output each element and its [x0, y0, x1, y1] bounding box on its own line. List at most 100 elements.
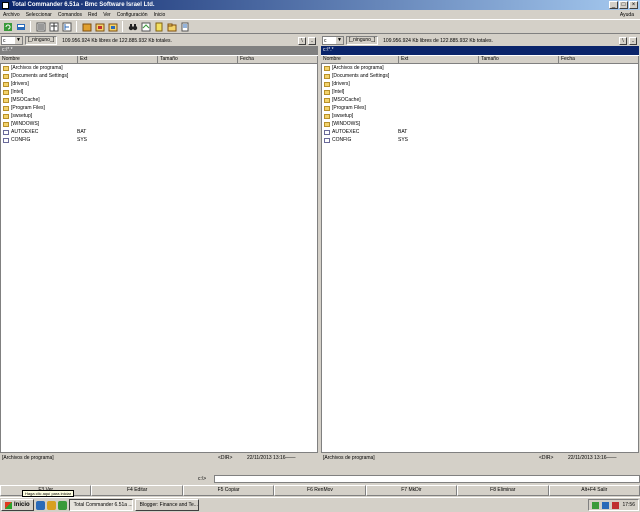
list-item[interactable]: [Program Files] — [322, 104, 638, 112]
f4-edit-button[interactable]: F4 Editar — [91, 485, 183, 496]
list-item[interactable]: [Intel] — [322, 88, 638, 96]
title-bar[interactable]: Total Commander 6.51a - Bmc Software Isr… — [0, 0, 640, 10]
list-item[interactable]: AUTOEXEC BAT — [1, 128, 317, 136]
menu-red[interactable]: Red — [88, 12, 97, 18]
folder-icon — [324, 73, 330, 79]
current-path: c:\*.* — [2, 47, 13, 53]
column-nombre[interactable]: Nombre — [0, 56, 78, 63]
command-input[interactable] — [214, 474, 640, 483]
refresh-icon[interactable] — [2, 21, 13, 32]
close-button[interactable]: × — [629, 1, 638, 9]
list-item[interactable]: CONFIG SYS — [322, 136, 638, 144]
menu-configuracion[interactable]: Configuración — [117, 12, 148, 18]
maximize-button[interactable]: □ — [619, 1, 628, 9]
left-panel[interactable]: c ▼ [_ninguno_] 109.956.924 Kb libres de… — [0, 35, 318, 464]
minimize-button[interactable]: _ — [609, 1, 618, 9]
list-item[interactable]: [drivers] — [1, 80, 317, 88]
file-icon — [324, 129, 330, 135]
panel-status: [Archivos de programa] <DIR> 22/11/2013 … — [321, 453, 639, 462]
drive-select[interactable]: c ▼ — [322, 36, 344, 45]
notes-icon[interactable] — [179, 21, 190, 32]
f6-renmov-button[interactable]: F6 RenMov — [274, 485, 366, 496]
folder-new-icon[interactable] — [166, 21, 177, 32]
right-panel[interactable]: c ▼ [_ninguno_] 109.956.924 Kb libres de… — [321, 35, 639, 464]
list-item[interactable]: [Program Files] — [1, 104, 317, 112]
entry-name: [Documents and Settings] — [11, 73, 69, 79]
tray-network-icon[interactable] — [592, 501, 600, 509]
menu-inicio[interactable]: Inicio — [154, 12, 166, 18]
menu-comandos[interactable]: Comandos — [58, 12, 82, 18]
entry-ext: SYS — [77, 137, 88, 143]
f7-mkdir-button[interactable]: F7 MkDir — [365, 485, 458, 496]
entry-name: [MSOCache] — [11, 97, 40, 103]
tray-volume-icon[interactable] — [602, 501, 610, 509]
alt-f4-exit-button[interactable]: Alt+F4 Salir — [548, 485, 640, 496]
tree-icon[interactable] — [61, 21, 72, 32]
root-button[interactable]: \ — [298, 37, 306, 45]
f5-copy-button[interactable]: F5 Copiar — [182, 485, 275, 496]
drive-info: 109.956.924 Kb libres de 122.885.932 Kb … — [62, 37, 172, 44]
column-nombre[interactable]: Nombre — [321, 56, 399, 63]
clock[interactable]: 17:56 — [622, 502, 635, 508]
tray-security-icon[interactable] — [612, 501, 620, 509]
list-item[interactable]: [WINDOWS] — [1, 120, 317, 128]
full-view-icon[interactable] — [48, 21, 59, 32]
path-bar[interactable]: c:\*.* — [321, 46, 639, 55]
column-fecha[interactable]: Fecha — [559, 56, 639, 63]
f8-delete-button[interactable]: F8 Eliminar — [457, 485, 549, 496]
file-list[interactable]: [Archivos de programa] [Documents and Se… — [0, 63, 318, 453]
explorer-icon[interactable] — [46, 500, 56, 510]
ie-icon[interactable] — [35, 500, 45, 510]
folder-icon — [324, 105, 330, 111]
list-item[interactable]: [swsetup] — [322, 112, 638, 120]
parent-button[interactable]: .. — [308, 37, 316, 45]
entry-name: [drivers] — [11, 81, 29, 87]
list-item[interactable]: [Documents and Settings] — [322, 72, 638, 80]
ftp-icon[interactable] — [15, 21, 26, 32]
list-item[interactable]: [MSOCache] — [1, 96, 317, 104]
binoculars-icon[interactable] — [127, 21, 138, 32]
sort-date-icon[interactable] — [107, 21, 118, 32]
start-button[interactable]: Inicio — [1, 499, 34, 511]
show-desktop-icon[interactable] — [57, 500, 67, 510]
folder-icon — [3, 65, 9, 71]
sort-ext-icon[interactable] — [94, 21, 105, 32]
list-item[interactable]: [Documents and Settings] — [1, 72, 317, 80]
taskbar-total-commander[interactable]: Total Commander 6.51a ... — [68, 499, 133, 511]
parent-button[interactable]: .. — [629, 37, 637, 45]
list-item[interactable]: [MSOCache] — [322, 96, 638, 104]
folder-icon — [324, 121, 330, 127]
drive-bar: c ▼ [_ninguno_] 109.956.924 Kb libres de… — [0, 35, 318, 46]
menu-ayuda[interactable]: Ayuda — [620, 12, 634, 18]
list-item[interactable]: [WINDOWS] — [322, 120, 638, 128]
list-item[interactable]: [Archivos de programa] — [1, 64, 317, 72]
column-tamano[interactable]: Tamaño — [158, 56, 238, 63]
file-list[interactable]: [Archivos de programa] [Documents and Se… — [321, 63, 639, 453]
menu-bar: Archivo Seleccionar Comandos Red Ver Con… — [0, 10, 640, 19]
entry-name: [Archivos de programa] — [11, 65, 63, 71]
drive-select[interactable]: c ▼ — [1, 36, 23, 45]
menu-seleccionar[interactable]: Seleccionar — [26, 12, 52, 18]
column-fecha[interactable]: Fecha — [238, 56, 318, 63]
list-item[interactable]: [swsetup] — [1, 112, 317, 120]
list-item[interactable]: CONFIG SYS — [1, 136, 317, 144]
column-ext[interactable]: Ext — [78, 56, 158, 63]
taskbar-blogger[interactable]: Blogger: Finance and Te... — [134, 499, 199, 511]
path-bar[interactable]: c:\*.* — [0, 46, 318, 55]
brief-view-icon[interactable] — [35, 21, 46, 32]
list-item[interactable]: [Intel] — [1, 88, 317, 96]
list-item[interactable]: [drivers] — [322, 80, 638, 88]
entry-name: [Intel] — [332, 89, 345, 95]
menu-archivo[interactable]: Archivo — [3, 12, 20, 18]
notepad-icon[interactable] — [153, 21, 164, 32]
menu-ver[interactable]: Ver — [103, 12, 111, 18]
drive-letter: c — [324, 37, 327, 44]
sort-name-icon[interactable] — [81, 21, 92, 32]
list-item[interactable]: AUTOEXEC BAT — [322, 128, 638, 136]
multi-rename-icon[interactable] — [140, 21, 151, 32]
column-tamano[interactable]: Tamaño — [479, 56, 559, 63]
root-button[interactable]: \ — [619, 37, 627, 45]
column-ext[interactable]: Ext — [399, 56, 479, 63]
list-item[interactable]: [Archivos de programa] — [322, 64, 638, 72]
chevron-down-icon: ▼ — [15, 37, 22, 44]
